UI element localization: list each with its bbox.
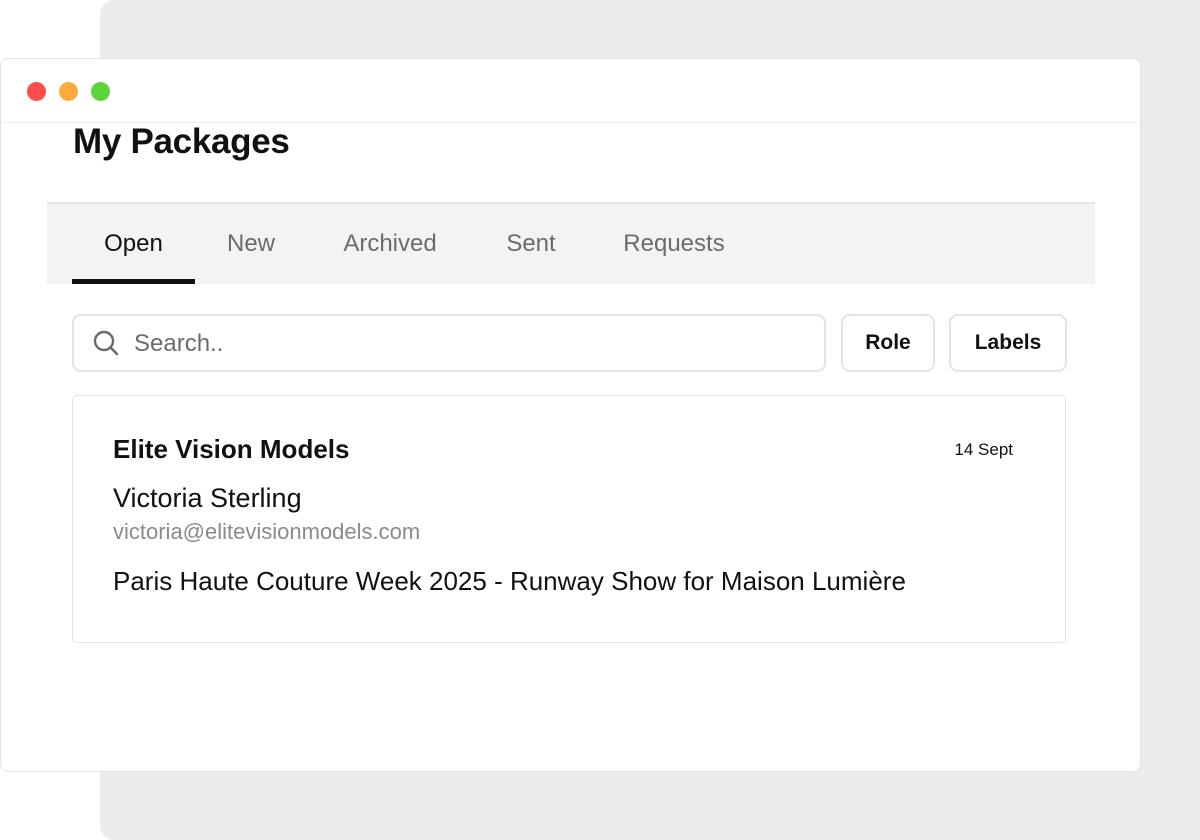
active-tab-indicator [72, 279, 195, 284]
package-contact-email: victoria@elitevisionmodels.com [113, 519, 421, 544]
search-input[interactable] [132, 316, 816, 372]
tab-sent-label: Sent [506, 230, 556, 257]
tab-requests-label: Requests [623, 230, 725, 257]
tab-new[interactable]: New [211, 204, 291, 284]
package-contact-name: Victoria Sterling [113, 483, 302, 513]
tab-archived-label: Archived [343, 230, 437, 257]
tab-open-label: Open [104, 230, 163, 257]
page-title: My Packages [73, 122, 290, 161]
role-filter-button[interactable]: Role [841, 314, 935, 372]
search-box [72, 314, 826, 372]
labels-filter-button[interactable]: Labels [949, 314, 1067, 372]
search-icon [93, 330, 119, 356]
tab-new-label: New [226, 230, 275, 257]
tab-requests[interactable]: Requests [607, 204, 741, 284]
tab-sent[interactable]: Sent [491, 204, 571, 284]
package-agency: Elite Vision Models [113, 434, 350, 464]
minimize-window-button[interactable] [59, 82, 78, 101]
package-title: Paris Haute Couture Week 2025 - Runway S… [113, 566, 906, 596]
maximize-window-button[interactable] [91, 82, 110, 101]
close-window-button[interactable] [27, 82, 46, 101]
tab-bar: Open New Archived Sent Requests [47, 202, 1095, 284]
tab-archived[interactable]: Archived [325, 204, 455, 284]
window-titlebar [1, 59, 1140, 123]
package-date: 14 Sept [954, 440, 1013, 459]
tab-open[interactable]: Open [72, 204, 195, 284]
package-card[interactable]: Elite Vision Models 14 Sept Victoria Ste… [72, 395, 1066, 643]
